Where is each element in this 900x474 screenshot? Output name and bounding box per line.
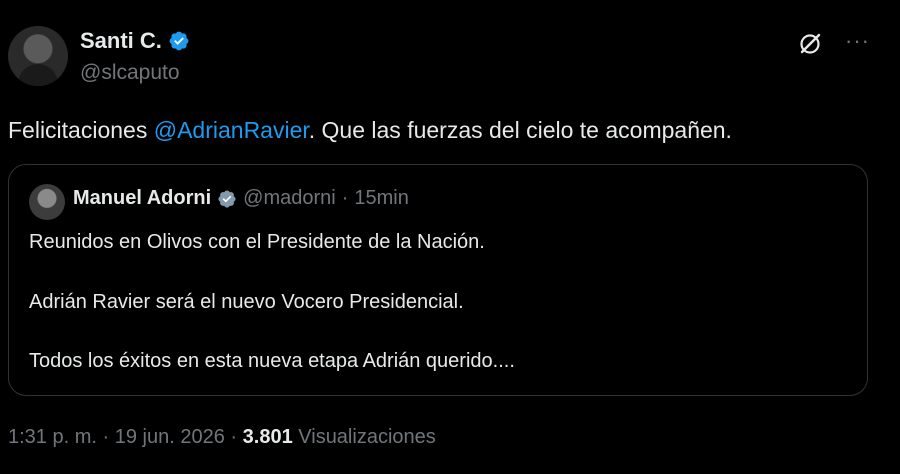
grok-icon[interactable] [797, 31, 823, 57]
views-count[interactable]: 3.801 [243, 426, 293, 448]
author-avatar[interactable] [8, 26, 68, 86]
quoted-tweet[interactable]: Manuel Adorni @madorni · 15min Reunidos … [8, 164, 868, 396]
author-name-row: Santi C. [80, 28, 190, 54]
quoted-author-handle[interactable]: @madorni [243, 187, 336, 210]
quoted-tweet-line: Reunidos en Olivos con el Presidente de … [29, 231, 485, 253]
quoted-tweet-line: Adrián Ravier será el nuevo Vocero Presi… [29, 291, 464, 313]
separator-dot: · [230, 426, 238, 448]
quoted-author-name[interactable]: Manuel Adorni [73, 187, 211, 210]
tweet-text-end: . Que las fuerzas del cielo te acompañen… [308, 117, 732, 143]
separator-dot: · [341, 187, 349, 209]
tweet-actions: ··· [797, 30, 870, 57]
more-icon[interactable]: ··· [845, 30, 870, 52]
tweet-text: Felicitaciones @AdrianRavier. Que las fu… [8, 117, 732, 144]
tweet-text-start: Felicitaciones [8, 117, 154, 143]
quoted-tweet-time[interactable]: 15min [354, 187, 408, 210]
quoted-tweet-line: Todos los éxitos en esta nueva etapa Adr… [29, 350, 515, 372]
author-name[interactable]: Santi C. [80, 28, 162, 54]
quoted-author-avatar[interactable] [29, 184, 65, 220]
author-handle[interactable]: @slcaputo [80, 61, 180, 85]
tweet-date[interactable]: 19 jun. 2026 [115, 426, 225, 448]
tweet-metadata: 1:31 p. m. · 19 jun. 2026 · 3.801 Visual… [8, 426, 436, 449]
tweet-time[interactable]: 1:31 p. m. [8, 426, 97, 448]
quoted-tweet-header: Manuel Adorni @madorni · 15min [73, 187, 409, 210]
mention-link[interactable]: @AdrianRavier [154, 117, 309, 143]
verified-badge-icon [218, 189, 236, 208]
views-label: Visualizaciones [298, 426, 436, 448]
separator-dot: · [102, 426, 110, 448]
verified-badge-icon [169, 31, 189, 51]
